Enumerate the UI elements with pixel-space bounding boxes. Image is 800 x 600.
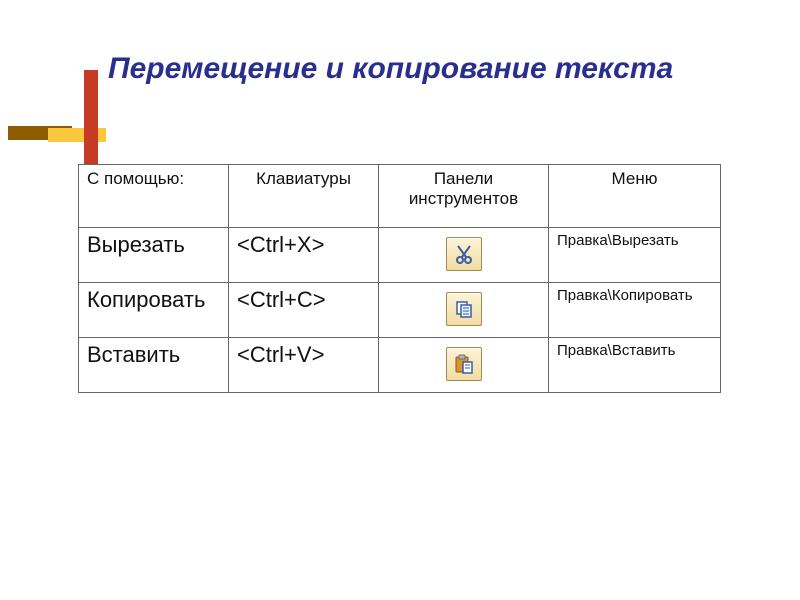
action-label: Копировать <box>79 283 229 338</box>
slide-title: Перемещение и копирование текста <box>108 52 728 87</box>
shortcut-label: <Ctrl+C> <box>229 283 379 338</box>
cut-icon <box>453 243 475 265</box>
copy-button[interactable] <box>446 292 482 326</box>
shortcut-label: <Ctrl+X> <box>229 228 379 283</box>
menu-path: Правка\Вырезать <box>549 228 721 283</box>
slide: Перемещение и копирование текста С помощ… <box>0 0 800 600</box>
header-menu: Меню <box>549 165 721 228</box>
menu-path: Правка\Вставить <box>549 338 721 393</box>
header-keyboard: Клавиатуры <box>229 165 379 228</box>
toolbar-cell <box>379 338 549 393</box>
action-label: Вырезать <box>79 228 229 283</box>
toolbar-cell <box>379 283 549 338</box>
cut-button[interactable] <box>446 237 482 271</box>
paste-icon <box>453 353 475 375</box>
action-label: Вставить <box>79 338 229 393</box>
menu-path: Правка\Копировать <box>549 283 721 338</box>
header-help: С помощью: <box>79 165 229 228</box>
header-toolbar: Панели инструментов <box>379 165 549 228</box>
table-header-row: С помощью: Клавиатуры Панели инструменто… <box>79 165 721 228</box>
shortcut-label: <Ctrl+V> <box>229 338 379 393</box>
table-row: Вырезать <Ctrl+X> Правка\Вырезать <box>79 228 721 283</box>
paste-button[interactable] <box>446 347 482 381</box>
table-row: Копировать <Ctrl+C> Правка\Копировать <box>79 283 721 338</box>
commands-table: С помощью: Клавиатуры Панели инструменто… <box>78 164 721 393</box>
table-row: Вставить <Ctrl+V> Правка\Вставить <box>79 338 721 393</box>
decoration-bar-red <box>84 70 98 166</box>
toolbar-cell <box>379 228 549 283</box>
copy-icon <box>453 298 475 320</box>
